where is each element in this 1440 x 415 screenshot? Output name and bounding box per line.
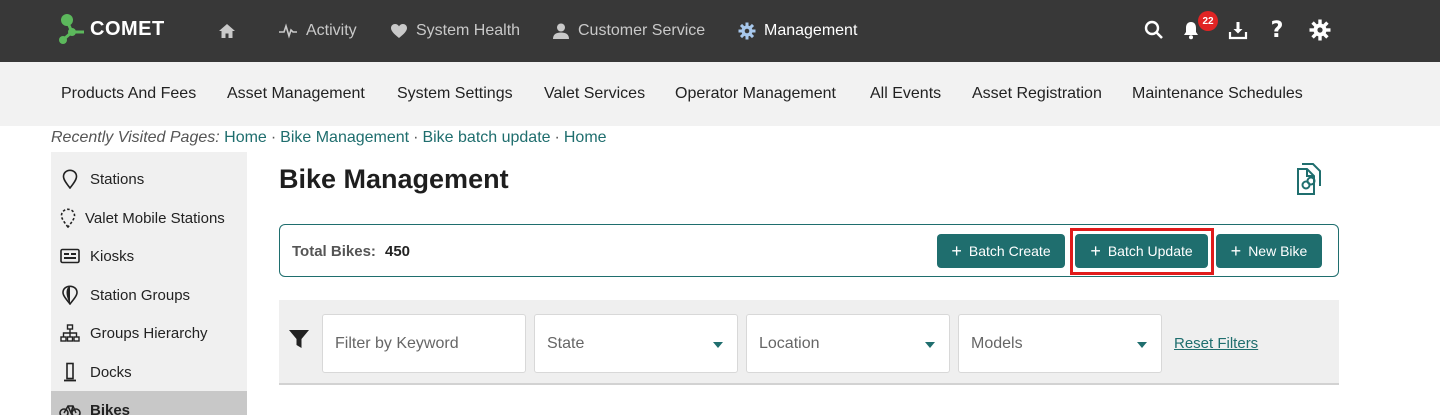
- subnav-products-and-fees[interactable]: Products And Fees: [61, 85, 196, 103]
- help-button[interactable]: ?: [1265, 17, 1289, 43]
- filter-icon: [288, 328, 310, 355]
- bike-icon: [59, 402, 81, 415]
- nav-system-health[interactable]: System Health: [390, 20, 520, 42]
- keyword-filter-input[interactable]: [335, 334, 515, 353]
- search-icon: [1144, 20, 1163, 39]
- hierarchy-icon: [59, 324, 81, 342]
- mobile-station-icon: [59, 208, 77, 228]
- chevron-down-icon: [1137, 342, 1147, 348]
- subnav-all-events[interactable]: All Events: [870, 85, 941, 103]
- chevron-down-icon: [925, 342, 935, 348]
- map-pin-icon: [59, 169, 81, 189]
- reset-filters-link[interactable]: Reset Filters: [1174, 335, 1258, 352]
- nav-activity-label: Activity: [306, 22, 357, 39]
- breadcrumb-separator: ·: [554, 129, 560, 146]
- settings-button[interactable]: [1308, 18, 1332, 42]
- nav-system-health-label: System Health: [416, 22, 521, 39]
- new-bike-label: New Bike: [1248, 243, 1308, 259]
- breadcrumb-separator: ·: [270, 129, 277, 146]
- total-bikes-label: Total Bikes:: [292, 243, 376, 260]
- breadcrumb-link-home[interactable]: Home: [224, 129, 267, 146]
- keyword-filter-field[interactable]: [322, 314, 526, 373]
- station-groups-icon: [59, 285, 81, 305]
- highlight-box: [1070, 228, 1214, 275]
- dock-icon: [59, 362, 81, 382]
- location-filter-label: Location: [759, 334, 820, 352]
- models-filter-select[interactable]: Models: [958, 314, 1162, 373]
- chevron-down-icon: [713, 342, 723, 348]
- sidebar-item-station-groups[interactable]: Station Groups: [51, 276, 247, 314]
- logo[interactable]: COMET: [58, 13, 165, 45]
- nav-activity[interactable]: Activity: [278, 20, 357, 42]
- top-navbar: [0, 0, 1440, 62]
- activity-icon: [278, 23, 298, 39]
- nav-management-label: Management: [764, 22, 858, 39]
- sidebar-item-valet-mobile-stations[interactable]: Valet Mobile Stations: [51, 199, 247, 237]
- page-title: Bike Management: [279, 164, 509, 194]
- search-button[interactable]: [1142, 18, 1166, 42]
- sidebar-item-kiosks[interactable]: Kiosks: [51, 237, 247, 275]
- sidebar-item-label: Station Groups: [90, 286, 191, 304]
- batch-create-label: Batch Create: [968, 243, 1051, 259]
- sidebar-item-label: Kiosks: [90, 247, 135, 265]
- new-bike-button[interactable]: + New Bike: [1216, 234, 1322, 268]
- nav-management[interactable]: Management: [738, 20, 857, 42]
- sidebar-item-label: Docks: [90, 363, 132, 381]
- breadcrumb-link-bike-batch-update[interactable]: Bike batch update: [422, 129, 550, 146]
- sidebar: Stations Valet Mobile Stations Kiosks St…: [51, 152, 247, 415]
- settings-gear-icon: [1309, 19, 1331, 41]
- heart-icon: [390, 23, 408, 39]
- gear-icon: [738, 22, 756, 40]
- download-button[interactable]: [1226, 18, 1250, 42]
- nav-home[interactable]: [218, 20, 244, 42]
- sidebar-item-docks[interactable]: Docks: [51, 353, 247, 391]
- question-icon: ?: [1270, 17, 1284, 43]
- subnav-system-settings[interactable]: System Settings: [397, 85, 513, 103]
- linked-document-icon: [1297, 163, 1321, 195]
- subnav-asset-registration[interactable]: Asset Registration: [972, 85, 1102, 103]
- state-filter-label: State: [547, 334, 585, 352]
- location-filter-select[interactable]: Location: [746, 314, 950, 373]
- subnav-asset-management[interactable]: Asset Management: [227, 85, 365, 103]
- sidebar-item-label: Groups Hierarchy: [90, 324, 208, 342]
- breadcrumb: Recently Visited Pages: Home · Bike Manage…: [51, 129, 607, 147]
- kiosk-icon: [59, 248, 81, 264]
- user-icon: [552, 23, 570, 39]
- notification-badge: 22: [1198, 11, 1218, 31]
- total-bikes-value: 450: [385, 243, 411, 260]
- subnav-maintenance-schedules[interactable]: Maintenance Schedules: [1132, 85, 1303, 103]
- sidebar-item-groups-hierarchy[interactable]: Groups Hierarchy: [51, 314, 247, 352]
- logo-text: COMET: [90, 17, 165, 40]
- state-filter-select[interactable]: State: [534, 314, 738, 373]
- breadcrumb-link-home-2[interactable]: Home: [564, 129, 607, 146]
- sidebar-item-label: Valet Mobile Stations: [85, 209, 225, 227]
- subnav-valet-services[interactable]: Valet Services: [544, 85, 645, 103]
- nav-customer-service[interactable]: Customer Service: [552, 20, 705, 42]
- models-filter-label: Models: [971, 334, 1023, 352]
- batch-create-button[interactable]: + Batch Create: [937, 234, 1065, 268]
- download-icon: [1228, 22, 1248, 40]
- sidebar-item-label: Stations: [90, 170, 145, 188]
- comet-logo-icon: [59, 14, 84, 44]
- linked-document-button[interactable]: [1294, 162, 1326, 201]
- sidebar-item-bikes[interactable]: Bikes: [51, 391, 247, 415]
- breadcrumb-separator: ·: [413, 129, 419, 146]
- plus-icon: +: [951, 241, 962, 261]
- home-icon: [218, 23, 236, 39]
- nav-customer-service-label: Customer Service: [578, 22, 706, 39]
- breadcrumb-link-bike-management[interactable]: Bike Management: [280, 129, 409, 146]
- sidebar-item-stations[interactable]: Stations: [51, 160, 247, 198]
- subnav-operator-management[interactable]: Operator Management: [675, 85, 836, 103]
- plus-icon: +: [1230, 241, 1242, 261]
- breadcrumb-prefix: Recently Visited Pages:: [51, 129, 220, 146]
- sidebar-item-label: Bikes: [90, 401, 131, 415]
